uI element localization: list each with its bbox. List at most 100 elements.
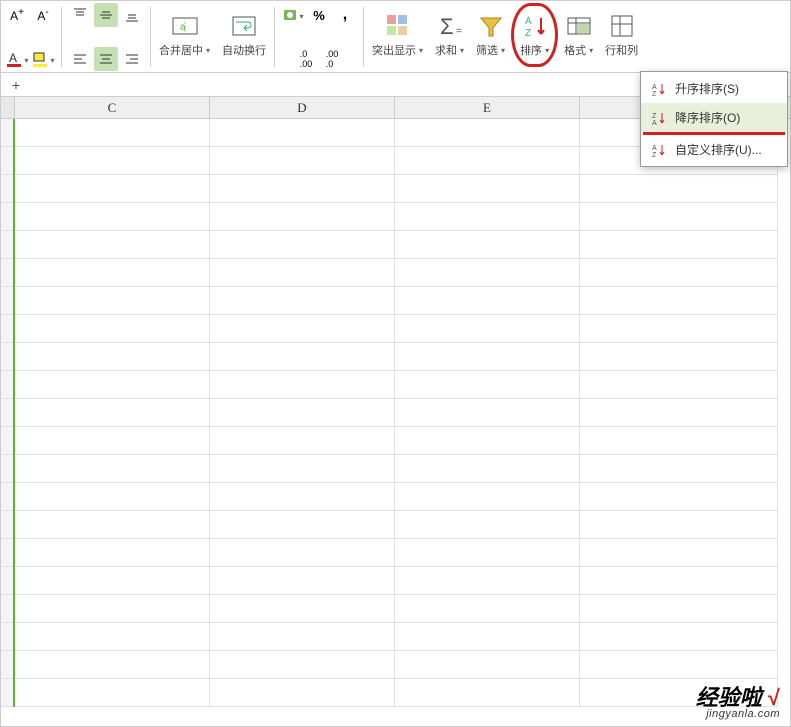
table-row[interactable]: [1, 399, 790, 427]
percent-icon: %: [313, 8, 325, 23]
table-row[interactable]: [1, 567, 790, 595]
svg-text:=: =: [456, 26, 462, 37]
sort-desc-icon: ZA: [651, 110, 667, 126]
align-bottom-button[interactable]: [120, 3, 144, 27]
funnel-icon: [477, 12, 505, 40]
table-row[interactable]: [1, 595, 790, 623]
align-left-button[interactable]: [68, 47, 92, 71]
sort-dropdown-menu: AZ 升序排序(S) ZA 降序排序(O) AZ 自定义排序(U)...: [640, 71, 788, 167]
svg-text:Z: Z: [525, 28, 531, 39]
decrease-decimal-button[interactable]: .00.0: [320, 47, 344, 71]
fill-color-icon: [31, 50, 49, 68]
font-shrink-button[interactable]: A-: [31, 3, 55, 27]
col-header-d[interactable]: D: [210, 97, 395, 118]
dec-decimal-icon: .00.0: [326, 49, 339, 69]
format-icon: [565, 12, 593, 40]
comma-button[interactable]: ,: [333, 3, 357, 27]
align-left-icon: [72, 51, 88, 67]
table-row[interactable]: [1, 287, 790, 315]
sort-custom-item[interactable]: AZ 自定义排序(U)...: [641, 135, 787, 164]
col-header-c[interactable]: C: [15, 97, 210, 118]
align-center-icon: [98, 51, 114, 67]
font-grow-icon: A+: [10, 7, 24, 23]
percent-button[interactable]: %: [307, 3, 331, 27]
align-center-button[interactable]: [94, 47, 118, 71]
inc-decimal-icon: .0.00: [300, 49, 313, 69]
table-row[interactable]: [1, 623, 790, 651]
selection-border: [13, 119, 15, 707]
name-box-expand[interactable]: +: [7, 77, 25, 93]
table-row[interactable]: [1, 343, 790, 371]
watermark: 经验啦 √ jingyanla.com: [696, 687, 780, 720]
table-row[interactable]: [1, 483, 790, 511]
sum-label: 求和: [435, 42, 457, 58]
rowcol-button[interactable]: 行和列: [599, 3, 644, 67]
table-row[interactable]: [1, 539, 790, 567]
align-right-icon: [124, 51, 140, 67]
svg-text:Z: Z: [652, 113, 657, 120]
table-row[interactable]: [1, 231, 790, 259]
table-row[interactable]: [1, 315, 790, 343]
col-header-e[interactable]: E: [395, 97, 580, 118]
table-row[interactable]: [1, 511, 790, 539]
align-middle-button[interactable]: [94, 3, 118, 27]
fill-color-button[interactable]: [31, 47, 55, 71]
sort-label: 排序: [520, 42, 542, 58]
sort-button[interactable]: AZ 排序: [511, 3, 558, 67]
wrap-text-button[interactable]: 自动换行: [216, 3, 272, 67]
sigma-icon: Σ=: [436, 12, 464, 40]
svg-text:a: a: [180, 22, 186, 33]
sort-descending-item[interactable]: ZA 降序排序(O): [641, 103, 787, 132]
table-row[interactable]: [1, 203, 790, 231]
align-top-button[interactable]: [68, 3, 92, 27]
table-row[interactable]: [1, 259, 790, 287]
svg-text:A: A: [652, 84, 657, 91]
svg-text:A: A: [525, 16, 532, 27]
watermark-url: jingyanla.com: [696, 709, 780, 720]
align-right-button[interactable]: [120, 47, 144, 71]
svg-text:Σ: Σ: [440, 14, 454, 39]
font-grow-button[interactable]: A+: [5, 3, 29, 27]
cond-format-icon: [384, 12, 412, 40]
table-row[interactable]: [1, 651, 790, 679]
alignment-group: [64, 3, 148, 71]
table-row[interactable]: [1, 427, 790, 455]
autosum-button[interactable]: Σ= 求和: [429, 3, 470, 67]
merge-cells-button[interactable]: a 合并居中: [153, 3, 216, 67]
merge-label: 合并居中: [159, 42, 203, 58]
select-all-corner[interactable]: [1, 97, 15, 118]
svg-text:Z: Z: [652, 152, 657, 157]
svg-text:Z: Z: [652, 91, 657, 96]
sort-ascending-item[interactable]: AZ 升序排序(S): [641, 74, 787, 103]
spreadsheet-grid[interactable]: [1, 119, 790, 707]
table-row[interactable]: [1, 679, 790, 707]
rowcol-icon: [608, 12, 636, 40]
align-bottom-icon: [124, 7, 140, 23]
sort-desc-label: 降序排序(O): [675, 109, 740, 126]
font-shrink-icon: A-: [37, 7, 48, 23]
filter-label: 筛选: [476, 42, 498, 58]
sort-icon: AZ: [521, 12, 549, 40]
increase-decimal-button[interactable]: .0.00: [294, 47, 318, 71]
filter-button[interactable]: 筛选: [470, 3, 511, 67]
table-row[interactable]: [1, 175, 790, 203]
ribbon-toolbar: A+ A- A a 合并居中: [1, 1, 790, 73]
number-format-group: % , .0.00 .00.0: [277, 3, 361, 71]
table-row[interactable]: [1, 371, 790, 399]
align-top-icon: [72, 7, 88, 23]
font-color-icon: A: [5, 50, 23, 68]
check-icon: √: [768, 685, 780, 710]
table-row[interactable]: [1, 455, 790, 483]
currency-icon: [283, 7, 299, 23]
sort-custom-icon: AZ: [651, 142, 667, 158]
merge-icon: a: [171, 12, 199, 40]
svg-text:A: A: [652, 120, 657, 125]
format-button[interactable]: 格式: [558, 3, 599, 67]
currency-button[interactable]: [281, 3, 305, 27]
wrap-icon: [230, 12, 258, 40]
font-color-button[interactable]: A: [5, 47, 29, 71]
sort-custom-label: 自定义排序(U)...: [675, 141, 762, 158]
conditional-format-button[interactable]: 突出显示: [366, 3, 429, 67]
wrap-label: 自动换行: [222, 42, 266, 58]
font-size-group: A+ A- A: [1, 3, 59, 71]
